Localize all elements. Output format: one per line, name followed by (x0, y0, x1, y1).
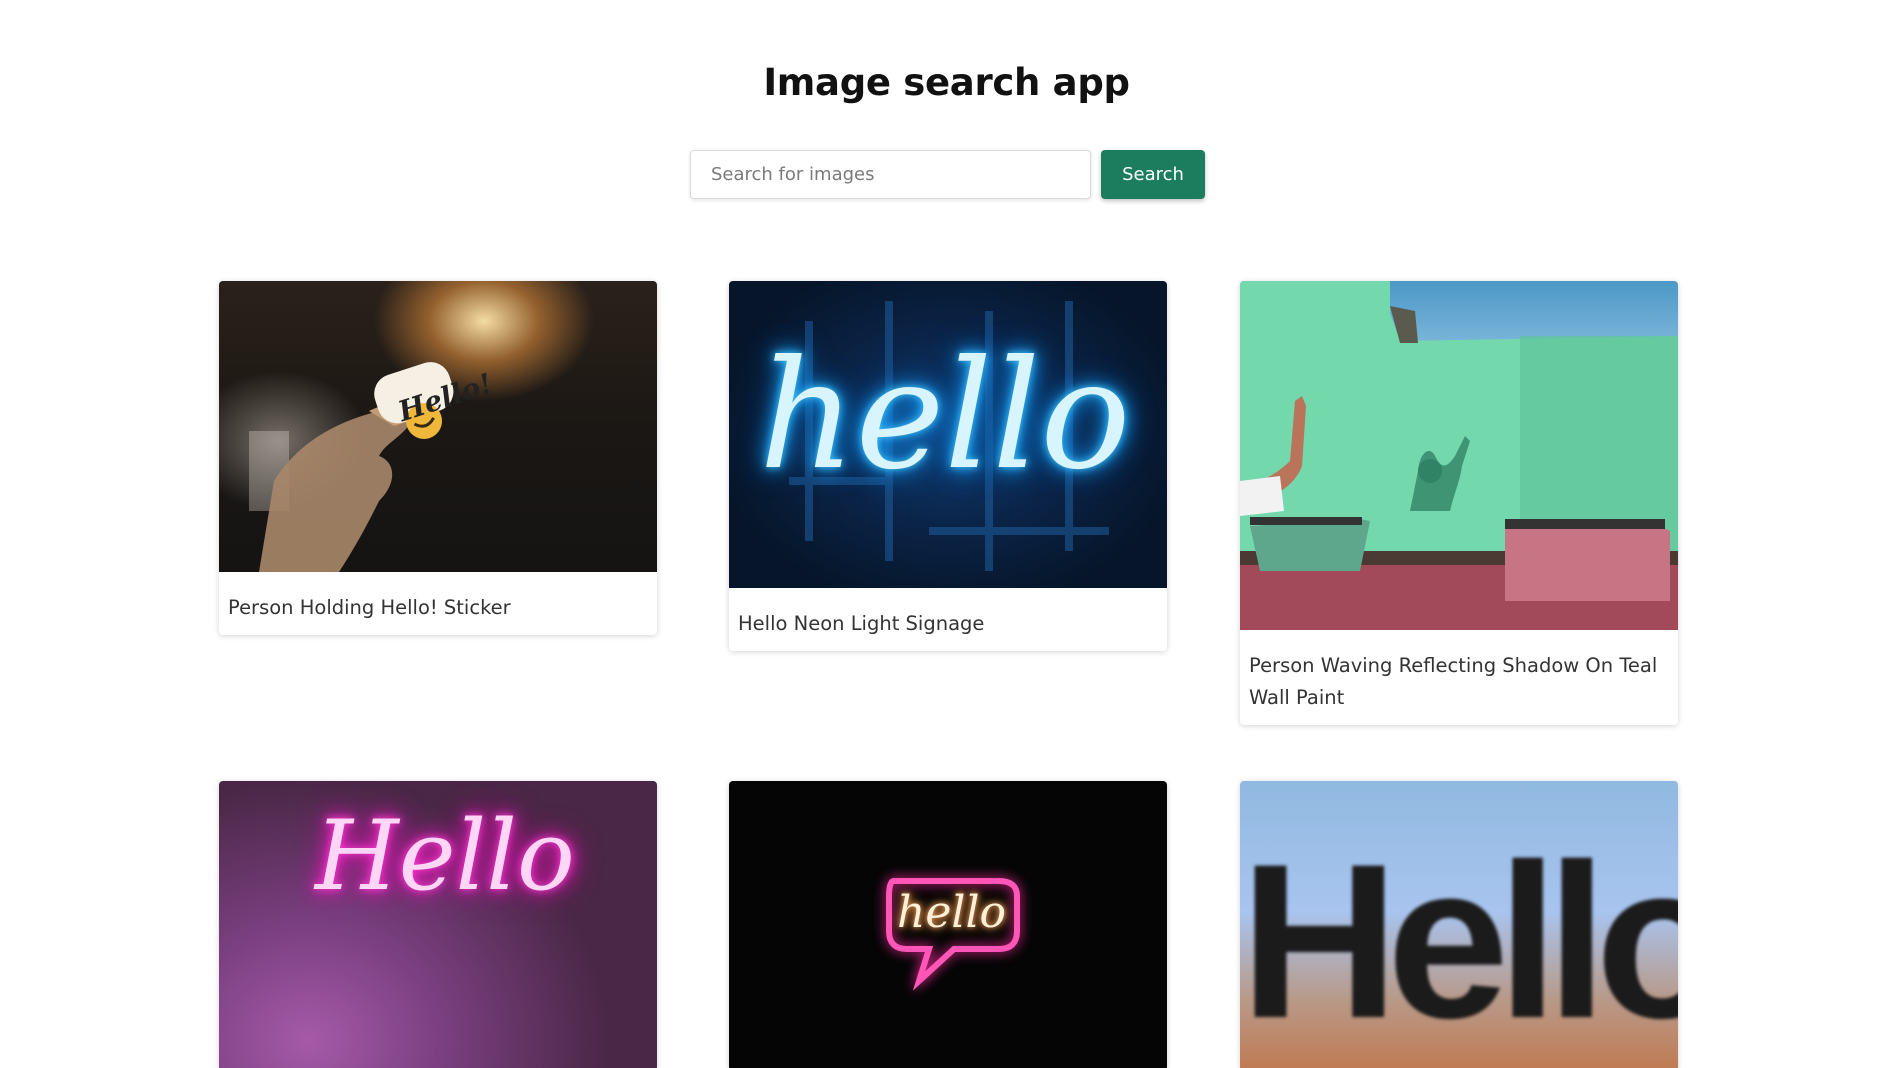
image-caption: Hello Neon Light Signage (738, 612, 985, 635)
neon-sign-text: hello (897, 887, 1007, 938)
search-button[interactable]: Search (1101, 150, 1205, 199)
image-card[interactable]: hello (729, 781, 1167, 1068)
search-input[interactable] (690, 150, 1091, 199)
image-card[interactable]: Hello! Person Holding Hello! Sticker (219, 281, 657, 635)
result-image[interactable]: Hello! (219, 281, 657, 572)
result-image[interactable]: hello (729, 781, 1167, 1068)
letters-sculpture-text: Hello (1240, 818, 1678, 1064)
image-card[interactable]: hello Hello Neon Light Signage (729, 281, 1167, 651)
neon-sign-text: hello (759, 329, 1131, 503)
neon-sign-text: Hello (315, 800, 575, 912)
result-image[interactable]: Hello (219, 781, 657, 1068)
image-card[interactable]: Hello (1240, 781, 1678, 1068)
search-form: Search (690, 150, 1205, 199)
result-image[interactable]: Hello (1240, 781, 1678, 1068)
image-card[interactable]: Person Waving Reflecting Shadow On Teal … (1240, 281, 1678, 725)
image-caption: Person Holding Hello! Sticker (228, 596, 511, 619)
image-caption: Person Waving Reflecting Shadow On Teal … (1249, 654, 1658, 709)
result-image[interactable]: hello (729, 281, 1167, 588)
page: Image search app Search Hello! Person (0, 0, 1893, 1068)
page-title: Image search app (763, 60, 1130, 104)
image-card[interactable]: Hello (219, 781, 657, 1068)
result-image[interactable] (1240, 281, 1678, 630)
